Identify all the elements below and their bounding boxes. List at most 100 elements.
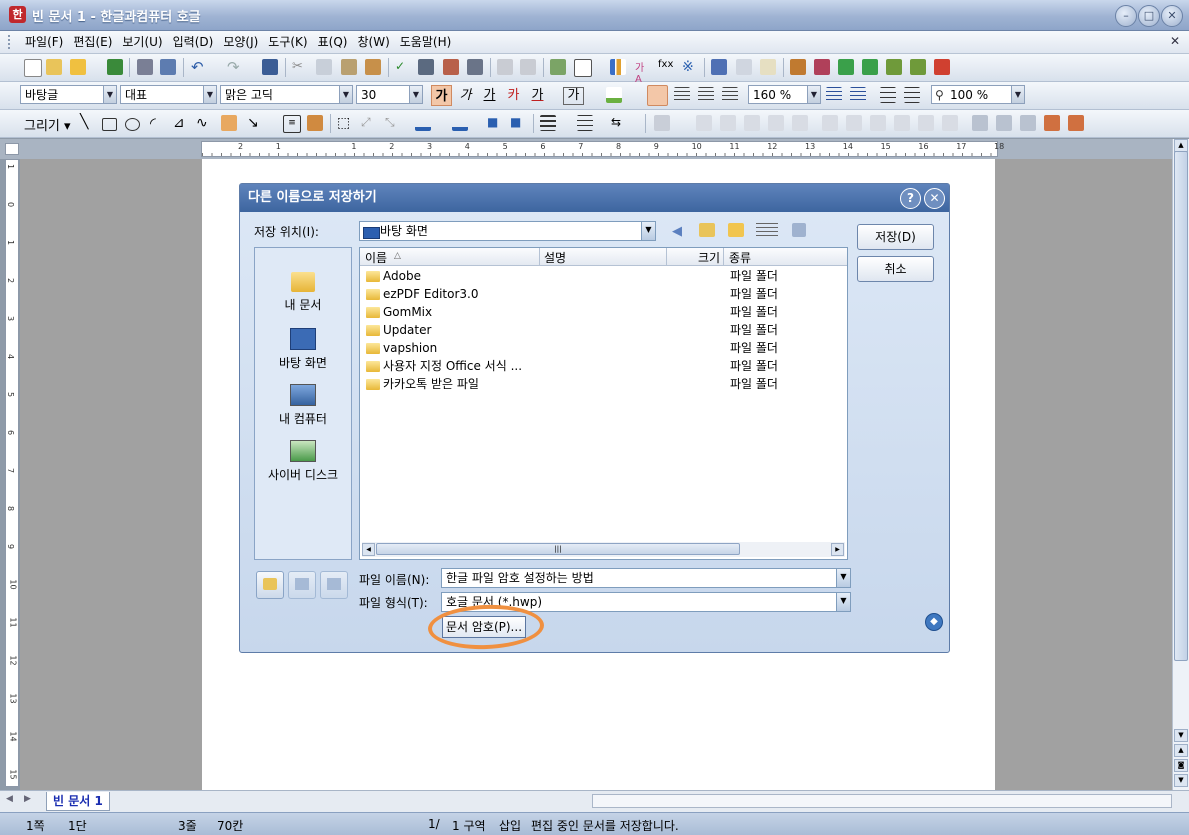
scroll-down-icon[interactable]: ▼ [1174,729,1188,742]
zoom-select[interactable]: ⚲ 100 % ▼ [931,85,1025,104]
move-button[interactable] [288,571,316,599]
ungroup-icon[interactable] [720,115,736,131]
vertical-scrollbar[interactable]: ▲ ▼ ▲ ◙ ▼ [1172,139,1189,790]
rectangle-icon[interactable] [102,118,117,131]
font-size-select[interactable]: 30 ▼ [356,85,423,104]
column-name[interactable]: 이름 [365,249,387,266]
hanja-icon[interactable]: 가A [635,59,651,85]
font-select[interactable]: 맑은 고딕 ▼ [220,85,353,104]
align-center-icon[interactable] [698,87,714,103]
scroll-thumb[interactable]: ||| [376,543,740,555]
bring-front-icon[interactable]: ■ [487,115,503,131]
back-icon[interactable]: ◀ [672,224,682,239]
options-icon[interactable]: ◆ [925,613,943,631]
status-insert[interactable]: 삽입 [499,817,521,834]
select-browse-icon[interactable]: ◙ [1174,759,1188,772]
picture-icon[interactable] [550,59,566,75]
mailmerge-icon[interactable] [711,59,727,75]
fill-color-icon[interactable] [452,115,468,131]
next-page-icon[interactable]: ▼ [1174,774,1188,787]
align-justify-icon[interactable] [647,85,668,106]
filename-input[interactable]: 한글 파일 암호 설정하는 방법 ▼ [441,568,851,588]
line-spacing-select[interactable]: 160 % ▼ [748,85,821,104]
memo-icon[interactable] [760,59,776,75]
numbering-icon[interactable] [880,87,896,103]
file-list[interactable]: 이름 △ 설명 크기 종류 Adobe 파일 폴더 ezPDF Editor3.0… [359,247,848,560]
align-right-icon[interactable] [722,87,738,103]
flip-h-icon[interactable] [870,115,886,131]
polygon-icon[interactable]: ⊿ [173,115,189,131]
new-folder-button[interactable] [256,571,284,599]
object-icon[interactable] [307,115,323,131]
chevron-down-icon[interactable]: ▼ [103,86,116,103]
minimize-icon[interactable]: – [1115,5,1137,27]
line-style-icon[interactable] [540,115,556,131]
object-props-icon[interactable] [1020,115,1036,131]
rotate-icon[interactable]: ⤢ [361,115,377,131]
style-icon[interactable] [443,59,459,75]
rotate-right-icon[interactable] [846,115,862,131]
hangul-app-icon[interactable]: 한 [9,6,26,23]
formula-icon[interactable]: fxx [658,59,674,75]
close-icon[interactable]: ✕ [1161,5,1183,27]
bold-button[interactable]: 가 [431,85,452,106]
rotate-left-icon[interactable] [822,115,838,131]
new-document-icon[interactable] [24,59,42,77]
presentation-icon[interactable] [814,59,830,75]
connector-icon[interactable]: ↘ [247,115,263,131]
undo-icon[interactable]: ↶ [191,59,207,75]
redo-icon[interactable]: ↷ [227,59,243,75]
menu-tools[interactable]: 도구(K) [263,31,312,53]
place-desktop[interactable]: 바탕 화면 [255,328,351,371]
unlock-object-icon[interactable] [768,115,784,131]
save-button[interactable]: 저장(D) [857,224,934,250]
size-icon[interactable] [942,115,958,131]
column-size[interactable]: 크기 [698,249,720,266]
save-icon[interactable] [107,59,123,75]
flip-v-icon[interactable] [894,115,910,131]
menu-format[interactable]: 모양(J) [218,31,263,53]
open-folder-icon[interactable] [70,59,86,75]
list-item[interactable]: ezPDF Editor3.0 파일 폴더 [366,285,846,303]
up-folder-icon[interactable] [699,223,715,237]
list-item[interactable]: vapshion 파일 폴더 [366,339,846,357]
mdi-close-icon[interactable]: ✕ [1170,34,1180,48]
line-width-icon[interactable] [577,115,593,131]
text-shade-button[interactable]: 가 [563,87,584,105]
highlighter-icon[interactable] [606,87,622,103]
spellcheck-icon[interactable]: ✓ [395,59,411,75]
chevron-down-icon[interactable]: ▼ [836,593,850,611]
horizontal-ruler[interactable]: 2 1 1 2 3 4 5 6 7 8 9 10 11 12 13 14 15 16 17 18 [201,141,1004,157]
select-arrow-icon[interactable]: ⬚ [337,115,353,131]
arrow-style-icon[interactable]: ⇆ [611,115,627,131]
text-color-button[interactable]: 가 [527,85,548,106]
maximize-icon[interactable]: □ [1138,5,1160,27]
list-item[interactable]: Updater 파일 폴더 [366,321,846,339]
tab-next-icon[interactable]: ▶ [24,794,31,804]
chevron-down-icon[interactable]: ▼ [807,86,820,103]
scroll-right-icon[interactable]: ▶ [831,543,844,556]
macro4-icon[interactable] [910,59,926,75]
symbol-icon[interactable]: ※ [682,59,698,75]
list-item[interactable]: 사용자 지정 Office 서식 ... 파일 폴더 [366,357,846,375]
tab-prev-icon[interactable]: ◀ [6,794,13,804]
paste-icon[interactable] [341,59,357,75]
shadow-icon[interactable] [654,115,670,131]
font-lang-select[interactable]: 대표 ▼ [120,85,217,104]
location-select[interactable]: 바탕 화면 ▼ [359,221,656,241]
tools-icon[interactable] [792,223,806,237]
column-type[interactable]: 종류 [729,249,751,266]
tools2-icon[interactable] [1068,115,1084,131]
scroll-left-icon[interactable]: ◀ [362,543,375,556]
place-my-computer[interactable]: 내 컴퓨터 [255,384,351,427]
find-icon[interactable] [262,59,278,75]
list-item[interactable]: Adobe 파일 폴더 [366,267,846,285]
indent-increase-icon[interactable] [826,87,842,103]
line-color-icon[interactable] [415,115,431,131]
paste-format-icon[interactable] [996,115,1012,131]
scroll-thumb[interactable] [1174,151,1188,661]
view-menu-icon[interactable] [756,223,778,237]
ellipse-icon[interactable] [125,118,140,131]
pencil-icon[interactable] [221,115,237,131]
group-icon[interactable] [696,115,712,131]
